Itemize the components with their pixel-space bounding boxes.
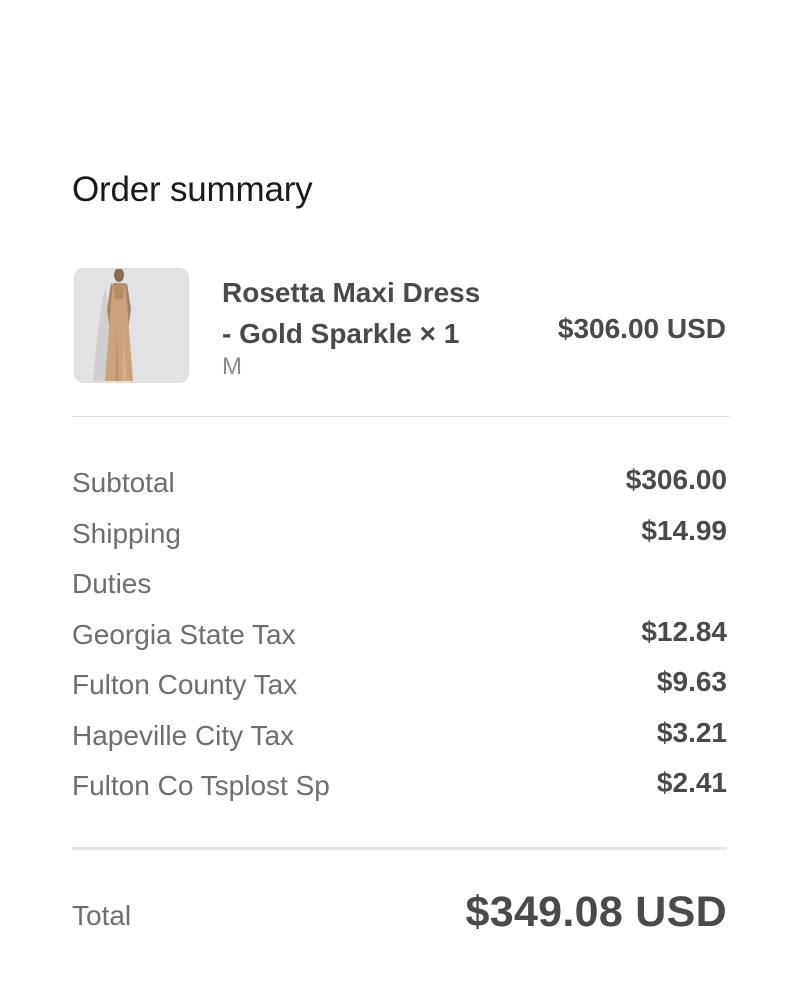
- product-price: $306.00 USD: [557, 313, 726, 344]
- product-name: Rosetta Maxi Dress - Gold Sparkle × 1: [222, 272, 522, 354]
- subtotal-amount: $306.00: [625, 464, 727, 495]
- cost-breakdown: Subtotal $306.00 Shipping $14.99 Duties …: [72, 461, 727, 815]
- subtotal-label: Subtotal: [72, 467, 175, 498]
- duties-label: Duties: [72, 568, 152, 599]
- georgia-state-tax-row: Georgia State Tax $12.84: [72, 613, 727, 664]
- fulton-county-tax-row: Fulton County Tax $9.63: [72, 663, 727, 714]
- subtotal-row: Subtotal $306.00: [72, 461, 727, 512]
- product-variant: M: [222, 353, 242, 380]
- fulton-co-tsplost-row: Fulton Co Tsplost Sp $2.41: [72, 764, 727, 815]
- order-summary-title: Order summary: [72, 170, 313, 209]
- product-name-line1: Rosetta Maxi Dress: [222, 277, 481, 308]
- shipping-amount: $14.99: [641, 514, 727, 546]
- fulton-co-tsplost-label: Fulton Co Tsplost Sp: [72, 770, 330, 801]
- georgia-state-tax-label: Georgia State Tax: [72, 618, 296, 650]
- duties-row: Duties: [72, 562, 727, 613]
- divider: [72, 416, 730, 417]
- product-thumbnail: [74, 268, 189, 383]
- fulton-county-tax-label: Fulton County Tax: [72, 669, 298, 700]
- georgia-state-tax-amount: $12.84: [641, 615, 727, 647]
- shipping-label: Shipping: [72, 517, 181, 549]
- fulton-co-tsplost-amount: $2.41: [656, 767, 727, 798]
- total-label: Total: [72, 900, 132, 931]
- total-amount: $349.08 USD: [465, 888, 727, 936]
- hapeville-city-tax-amount: $3.21: [656, 716, 727, 748]
- hapeville-city-tax-label: Hapeville City Tax: [72, 719, 295, 751]
- product-name-line2: - Gold Sparkle × 1: [222, 318, 460, 349]
- dress-product-image: [75, 269, 188, 382]
- shipping-row: Shipping $14.99: [72, 512, 727, 563]
- fulton-county-tax-amount: $9.63: [656, 666, 727, 697]
- total-divider: [72, 847, 727, 850]
- hapeville-city-tax-row: Hapeville City Tax $3.21: [72, 714, 727, 765]
